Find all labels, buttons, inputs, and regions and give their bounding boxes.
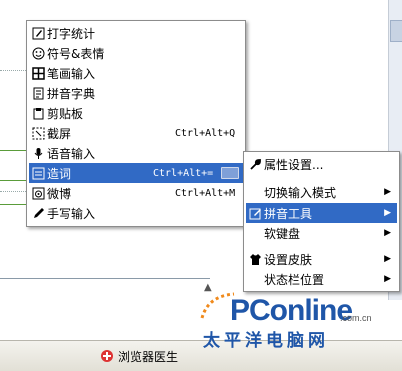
wrench-icon: [248, 157, 262, 171]
menu-item-label: 拼音工具: [264, 206, 313, 221]
menu-item-label: 造词: [47, 166, 72, 181]
menu-item-label: 软键盘: [264, 226, 301, 241]
menu-item-statusbar-position[interactable]: 状态栏位置 ▶: [246, 269, 397, 289]
submenu-arrow-icon: ▶: [384, 254, 391, 264]
menu-item-label: 状态栏位置: [264, 272, 325, 287]
browser-doctor-icon: [101, 350, 113, 362]
menu-item-label: 属性设置...: [264, 157, 324, 172]
menu-item-label: 微博: [47, 186, 72, 201]
menu-item-screenshot[interactable]: 截屏 Ctrl+Alt+Q: [29, 123, 243, 143]
menu-item-voice-input[interactable]: 语音输入: [29, 143, 243, 163]
menu-item-soft-keyboard[interactable]: 软键盘 ▶: [246, 223, 397, 243]
scrollbar-thumb[interactable]: [390, 20, 402, 42]
menu-item-label: 截屏: [47, 126, 72, 141]
microphone-icon: [31, 146, 45, 160]
menu-item-shortcut: Ctrl+Alt+M: [175, 187, 236, 199]
menu-item-label: 符号&表情: [47, 46, 105, 61]
shirt-icon: [248, 252, 262, 266]
submenu-arrow-icon: ▶: [384, 187, 391, 197]
menu-item-handwriting[interactable]: 手写输入: [29, 203, 243, 223]
make-word-icon: [31, 166, 45, 180]
menu-item-label: 切换输入模式: [264, 185, 337, 200]
screenshot-icon: [31, 126, 45, 140]
menu-item-stroke-input[interactable]: 笔画输入: [29, 63, 243, 83]
menu-item-label: 设置皮肤: [264, 252, 313, 267]
smiley-icon: [31, 46, 45, 60]
menu-item-shortcut: Ctrl+Alt+Q: [175, 127, 236, 139]
menu-item-symbols-emoji[interactable]: 符号&表情: [29, 43, 243, 63]
menu-item-label: 剪贴板: [47, 106, 84, 121]
settings-submenu: 属性设置... 切换输入模式 ▶ 拼音工具 ▶ 软键盘 ▶ 设置皮肤 ▶ 状态栏…: [243, 151, 400, 292]
menu-item-clipboard[interactable]: 剪贴板: [29, 103, 243, 123]
logo-chinese-name: 太平洋电脑网: [203, 331, 329, 351]
submenu-arrow-icon: ▶: [384, 228, 391, 238]
menu-item-pinyin-dictionary[interactable]: 拼音字典: [29, 83, 243, 103]
menu-item-weibo[interactable]: 微博 Ctrl+Alt+M: [29, 183, 243, 203]
edit-icon: [31, 26, 45, 40]
pconline-logo: PConline .com.cn 太平洋电脑网: [198, 288, 388, 351]
menu-item-label: 拼音字典: [47, 86, 96, 101]
menu-item-label: 笔画输入: [47, 66, 96, 81]
taskbar-item-browser-doctor[interactable]: 浏览器医生: [100, 347, 178, 365]
menu-item-set-skin[interactable]: 设置皮肤 ▶: [246, 249, 397, 269]
context-menu: 打字统计 符号&表情 笔画输入 拼音字典 剪贴板 截屏 Ctrl+Alt+Q 语…: [26, 20, 246, 227]
background-panel: [0, 278, 210, 349]
taskbar-item-label: 浏览器医生: [118, 349, 179, 364]
menu-item-pinyin-tools[interactable]: 拼音工具 ▶: [246, 203, 397, 223]
menu-item-label: 手写输入: [47, 206, 96, 221]
logo-brand: PConline: [230, 294, 353, 327]
clipboard-icon: [31, 106, 45, 120]
pen-icon: [31, 206, 45, 220]
menu-item-shortcut: Ctrl+Alt+=: [153, 167, 214, 179]
submenu-arrow-icon: ▶: [384, 274, 391, 284]
pinyin-tool-icon: [248, 206, 262, 220]
menu-item-make-word[interactable]: 造词 Ctrl+Alt+=: [29, 163, 243, 183]
menu-item-typing-stats[interactable]: 打字统计: [29, 23, 243, 43]
menu-item-label: 语音输入: [47, 146, 96, 161]
logo-domain: .com.cn: [340, 313, 372, 323]
weibo-icon: [31, 186, 45, 200]
keyboard-icon: [221, 167, 239, 179]
menu-item-properties[interactable]: 属性设置...: [246, 154, 397, 174]
menu-item-label: 打字统计: [47, 26, 96, 41]
grid-icon: [31, 66, 45, 80]
submenu-arrow-icon: ▶: [384, 208, 391, 218]
menu-item-switch-input-mode[interactable]: 切换输入模式 ▶: [246, 182, 397, 202]
dictionary-icon: [31, 86, 45, 100]
